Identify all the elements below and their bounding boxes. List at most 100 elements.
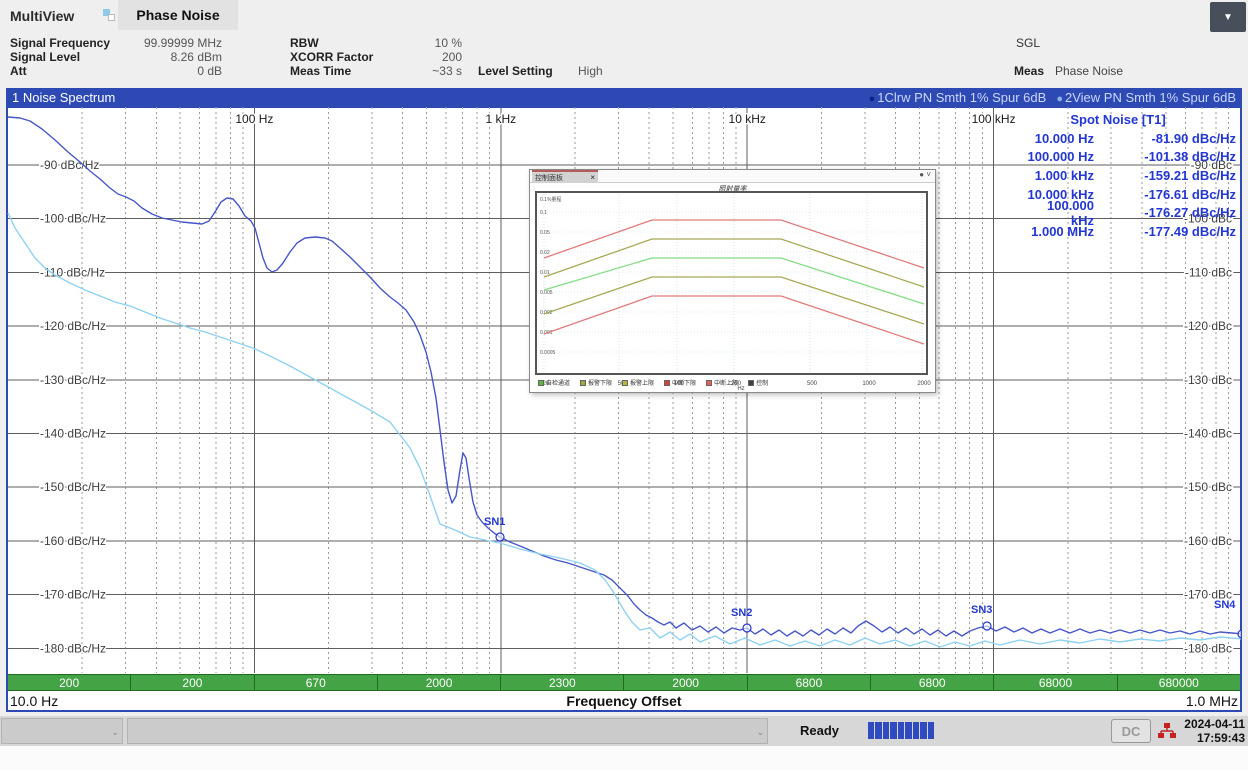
legend-swatch-icon xyxy=(664,380,670,386)
svg-text:-150 dBc/Hz: -150 dBc/Hz xyxy=(40,480,106,494)
xcorr-segment: 680000 xyxy=(1117,675,1240,690)
legend-label: 自检通道 xyxy=(546,378,570,387)
svg-text:-180 dBc/Hz: -180 dBc/Hz xyxy=(40,641,106,655)
att-label: Att xyxy=(10,64,27,78)
progress-block xyxy=(875,722,881,739)
date-time[interactable]: 2024-04-11 17:59:43 xyxy=(1184,717,1245,745)
meas-time-value[interactable]: ~33 s xyxy=(380,64,462,78)
spot-noise-row: 100.000 kHz-176.27 dBc/Hz xyxy=(1022,203,1240,222)
marker-sn1[interactable] xyxy=(496,533,504,541)
overlay-legend-item[interactable]: 中断下限 xyxy=(664,378,696,387)
spot-noise-value: -176.61 dBc/Hz xyxy=(1094,187,1240,202)
svg-text:-90 dBc/Hz: -90 dBc/Hz xyxy=(40,158,99,172)
legend-swatch-icon xyxy=(580,380,586,386)
meas-value: Phase Noise xyxy=(1055,64,1240,78)
marker-sn4[interactable] xyxy=(1238,630,1241,638)
xcorr-segment: 2000 xyxy=(377,675,500,690)
svg-text:-110 dBc/Hz: -110 dBc/Hz xyxy=(40,265,105,279)
tab-phase-noise[interactable]: Phase Noise xyxy=(118,0,238,30)
spot-noise-value: -159.21 dBc/Hz xyxy=(1094,168,1240,183)
svg-text:1 kHz: 1 kHz xyxy=(485,112,516,126)
progress-block xyxy=(905,722,911,739)
progress-block xyxy=(890,722,896,739)
overlay-tab[interactable]: 控制面板 × xyxy=(532,170,598,183)
marker-sn2[interactable] xyxy=(743,624,751,632)
marker-label-sn2: SN2 xyxy=(731,607,752,619)
signal-frequency-value[interactable]: 99.99999 MHz xyxy=(100,36,222,50)
legend-swatch-icon xyxy=(622,380,628,386)
xcorr-segment: 670 xyxy=(254,675,377,690)
window-menu-button[interactable]: ▼ xyxy=(1210,2,1246,32)
overlay-legend-item[interactable]: 报警下限 xyxy=(580,378,612,387)
dc-coupling-button[interactable]: DC xyxy=(1111,719,1151,743)
rbw-value[interactable]: 10 % xyxy=(380,36,462,50)
xcorr-segment-bar: 2002006702000230020006800680068000680000 xyxy=(8,674,1240,691)
status-bar: ⌄ ⌄ Ready DC 2024-04-11 17:59:43 xyxy=(0,716,1248,746)
spot-noise-table: Spot Noise [T1] 10.000 Hz-81.90 dBc/Hz10… xyxy=(1022,112,1240,241)
meas-time-label: Meas Time xyxy=(290,64,351,78)
spot-noise-value: -176.27 dBc/Hz xyxy=(1094,205,1240,220)
multiview-icon xyxy=(103,9,115,21)
legend-swatch-icon xyxy=(706,380,712,386)
legend-swatch-icon xyxy=(748,380,754,386)
progress-block xyxy=(928,722,934,739)
svg-text:0.1: 0.1 xyxy=(540,210,547,216)
spot-noise-value: -81.90 dBc/Hz xyxy=(1094,131,1240,146)
progress-block xyxy=(913,722,919,739)
result-window-titlebar: 1 Noise Spectrum ●1Clrw PN Smth 1% Spur … xyxy=(6,88,1242,106)
trace1-legend-item[interactable]: ●1Clrw PN Smth 1% Spur 6dB xyxy=(869,90,1047,105)
svg-text:0.02: 0.02 xyxy=(540,250,550,256)
level-setting-label: Level Setting xyxy=(478,64,553,78)
svg-text:100 kHz: 100 kHz xyxy=(972,112,1016,126)
legend-swatch-icon xyxy=(538,380,544,386)
att-value[interactable]: 0 dB xyxy=(100,64,222,78)
signal-level-value[interactable]: 8.26 dBm xyxy=(100,50,222,64)
chevron-down-icon: ▼ xyxy=(1223,12,1233,23)
status-ready: Ready xyxy=(800,723,839,738)
legend-label: 报警上限 xyxy=(630,378,654,387)
svg-text:-170 dBc/Hz: -170 dBc/Hz xyxy=(40,588,106,602)
legend-label: 中断下限 xyxy=(672,378,696,387)
spot-noise-frequency: 10.000 Hz xyxy=(1022,131,1094,146)
level-setting-value[interactable]: High xyxy=(578,64,618,78)
svg-text:-140 dBc: -140 dBc xyxy=(1184,427,1232,441)
xcorr-segment: 2300 xyxy=(500,675,623,690)
chevron-down-icon: ⌄ xyxy=(756,727,764,738)
network-icon[interactable] xyxy=(1158,723,1176,739)
svg-text:1000: 1000 xyxy=(862,381,876,387)
tab-multiview[interactable]: MultiView xyxy=(10,8,74,24)
xcorr-segment: 6800 xyxy=(870,675,993,690)
overlay-legend-item[interactable]: 报警上限 xyxy=(622,378,654,387)
legend-label: 控制 xyxy=(756,378,768,387)
overlay-legend-item[interactable]: 自检通道 xyxy=(538,378,570,387)
xcorr-factor-label: XCORR Factor xyxy=(290,50,373,64)
progress-block xyxy=(898,722,904,739)
trace2-legend-item[interactable]: ●2View PN Smth 1% Spur 6dB xyxy=(1056,90,1236,105)
spot-noise-row: 1.000 MHz-177.49 dBc/Hz xyxy=(1022,222,1240,241)
x-axis-stop: 1.0 MHz xyxy=(1186,693,1238,709)
status-dropdown-left[interactable]: ⌄ xyxy=(1,718,123,744)
instrument-screen: MultiView Phase Noise ▼ Signal Frequency… xyxy=(0,0,1248,770)
marker-sn3[interactable] xyxy=(983,622,991,630)
status-dropdown-center[interactable]: ⌄ xyxy=(127,718,768,744)
overlay-legend-item[interactable]: 中断上限 xyxy=(706,378,738,387)
svg-text:-150 dBc: -150 dBc xyxy=(1184,480,1232,494)
spot-noise-row: 10.000 Hz-81.90 dBc/Hz xyxy=(1022,129,1240,148)
svg-text:-110 dBc: -110 dBc xyxy=(1185,265,1232,279)
overlay-legend-item[interactable]: 控制 xyxy=(748,378,768,387)
spot-noise-frequency: 1.000 kHz xyxy=(1022,168,1094,183)
svg-text:2000: 2000 xyxy=(917,381,931,387)
signal-level-label: Signal Level xyxy=(10,50,80,64)
overlay-window[interactable]: 控制面板 × ● ˅ 照射量率 0.10.050.020.010.0050.00… xyxy=(529,169,936,393)
overlay-window-icons[interactable]: ● ˅ xyxy=(919,170,931,179)
date: 2024-04-11 xyxy=(1184,717,1245,731)
xcorr-factor-value[interactable]: 200 xyxy=(380,50,462,64)
svg-text:-120 dBc/Hz: -120 dBc/Hz xyxy=(40,319,106,333)
overlay-tab-label: 控制面板 xyxy=(535,173,563,183)
svg-text:0.0005: 0.0005 xyxy=(540,350,556,356)
header-row-3: Att 0 dB Meas Time ~33 s Level Setting H… xyxy=(0,64,1248,78)
xcorr-segment: 68000 xyxy=(993,675,1116,690)
svg-text:-160 dBc/Hz: -160 dBc/Hz xyxy=(40,534,106,548)
x-axis-title: Frequency Offset xyxy=(8,693,1240,709)
close-icon[interactable]: × xyxy=(590,173,595,182)
